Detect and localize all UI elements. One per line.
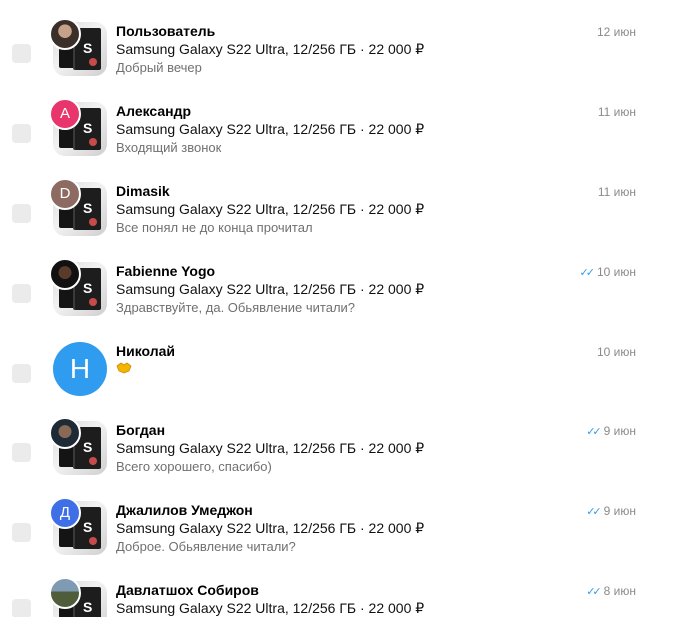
avatar: D xyxy=(49,178,81,210)
chat-row[interactable]: S Богдан Samsung Galaxy S22 Ultra, 12/25… xyxy=(0,417,700,497)
thumbnail-letter: S xyxy=(83,280,93,296)
contact-name: Богдан xyxy=(116,422,166,438)
message-date: ✓✓ 9 июн xyxy=(586,424,636,438)
chat-row[interactable]: Н Николай 10 июн xyxy=(0,338,700,418)
avatar xyxy=(49,18,81,50)
read-receipt-icon: ✓✓ xyxy=(586,506,602,518)
avatar xyxy=(49,577,81,609)
thumbnail-letter: S xyxy=(83,120,93,136)
thumbnail-letter: S xyxy=(83,40,93,56)
chat-list: S Пользователь Samsung Galaxy S22 Ultra,… xyxy=(0,0,700,617)
listing-title: Samsung Galaxy S22 Ultra, 12/256 ГБ · 22… xyxy=(116,600,425,616)
chat-row[interactable]: S А Александр Samsung Galaxy S22 Ultra, … xyxy=(0,98,700,178)
chat-row[interactable]: S D Dimasik Samsung Galaxy S22 Ultra, 12… xyxy=(0,178,700,258)
thumbnail-letter: S xyxy=(83,519,93,535)
listing-title: Samsung Galaxy S22 Ultra, 12/256 ГБ · 22… xyxy=(116,201,425,217)
message-date: 11 июн xyxy=(597,105,636,119)
contact-name: Пользователь xyxy=(116,23,216,39)
select-checkbox[interactable] xyxy=(12,364,31,383)
chat-row[interactable]: S Fabienne Yogo Samsung Galaxy S22 Ultra… xyxy=(0,258,700,338)
contact-name: Давлатшох Собиров xyxy=(116,582,259,598)
avatar xyxy=(49,258,81,290)
last-message: Здравствуйте, да. Обьявление читали? xyxy=(116,300,356,315)
listing-title: Samsung Galaxy S22 Ultra, 12/256 ГБ · 22… xyxy=(116,520,425,536)
chat-row[interactable]: S Пользователь Samsung Galaxy S22 Ultra,… xyxy=(0,18,700,98)
select-checkbox[interactable] xyxy=(12,523,31,542)
contact-name: Fabienne Yogo xyxy=(116,263,216,279)
select-checkbox[interactable] xyxy=(12,44,31,63)
avatar: Н xyxy=(53,342,107,396)
contact-name: Джалилов Умеджон xyxy=(116,502,253,518)
message-date: ✓✓ 9 июн xyxy=(586,504,636,518)
last-message: Все понял не до конца прочитал xyxy=(116,220,313,235)
thumbnail-letter: S xyxy=(83,200,93,216)
select-checkbox[interactable] xyxy=(12,443,31,462)
message-date: 10 июн xyxy=(596,345,636,359)
message-date: ✓✓ 8 июн xyxy=(586,584,636,598)
select-checkbox[interactable] xyxy=(12,599,31,617)
read-receipt-icon: ✓✓ xyxy=(579,267,596,279)
chat-row[interactable]: S Давлатшох Собиров Samsung Galaxy S22 U… xyxy=(0,577,700,617)
select-checkbox[interactable] xyxy=(12,124,31,143)
listing-title: Samsung Galaxy S22 Ultra, 12/256 ГБ · 22… xyxy=(116,41,425,57)
select-checkbox[interactable] xyxy=(12,204,31,223)
avatar xyxy=(49,417,81,449)
select-checkbox[interactable] xyxy=(12,284,31,303)
avatar: А xyxy=(49,98,81,130)
handshake-emoji-icon xyxy=(116,362,132,374)
contact-name: Dimasik xyxy=(116,183,170,199)
last-message: Входящий звонок xyxy=(116,140,222,155)
contact-name: Александр xyxy=(116,103,192,119)
read-receipt-icon: ✓✓ xyxy=(586,586,602,598)
last-message: Добрый вечер xyxy=(116,60,202,75)
last-message: Всего хорошего, спасибо) xyxy=(116,459,272,474)
last-message: Доброе. Обьявление читали? xyxy=(116,539,296,554)
contact-name: Николай xyxy=(116,343,176,359)
listing-title: Samsung Galaxy S22 Ultra, 12/256 ГБ · 22… xyxy=(116,121,425,137)
chat-row[interactable]: S Д Джалилов Умеджон Samsung Galaxy S22 … xyxy=(0,497,700,577)
message-date: 12 июн xyxy=(596,25,636,39)
message-date: ✓✓ 10 июн xyxy=(579,265,636,279)
thumbnail-letter: S xyxy=(83,599,93,615)
listing-title: Samsung Galaxy S22 Ultra, 12/256 ГБ · 22… xyxy=(116,440,425,456)
listing-title: Samsung Galaxy S22 Ultra, 12/256 ГБ · 22… xyxy=(116,281,425,297)
read-receipt-icon: ✓✓ xyxy=(586,426,602,438)
avatar: Д xyxy=(49,497,81,529)
message-date: 11 июн xyxy=(597,185,636,199)
thumbnail-letter: S xyxy=(83,439,93,455)
